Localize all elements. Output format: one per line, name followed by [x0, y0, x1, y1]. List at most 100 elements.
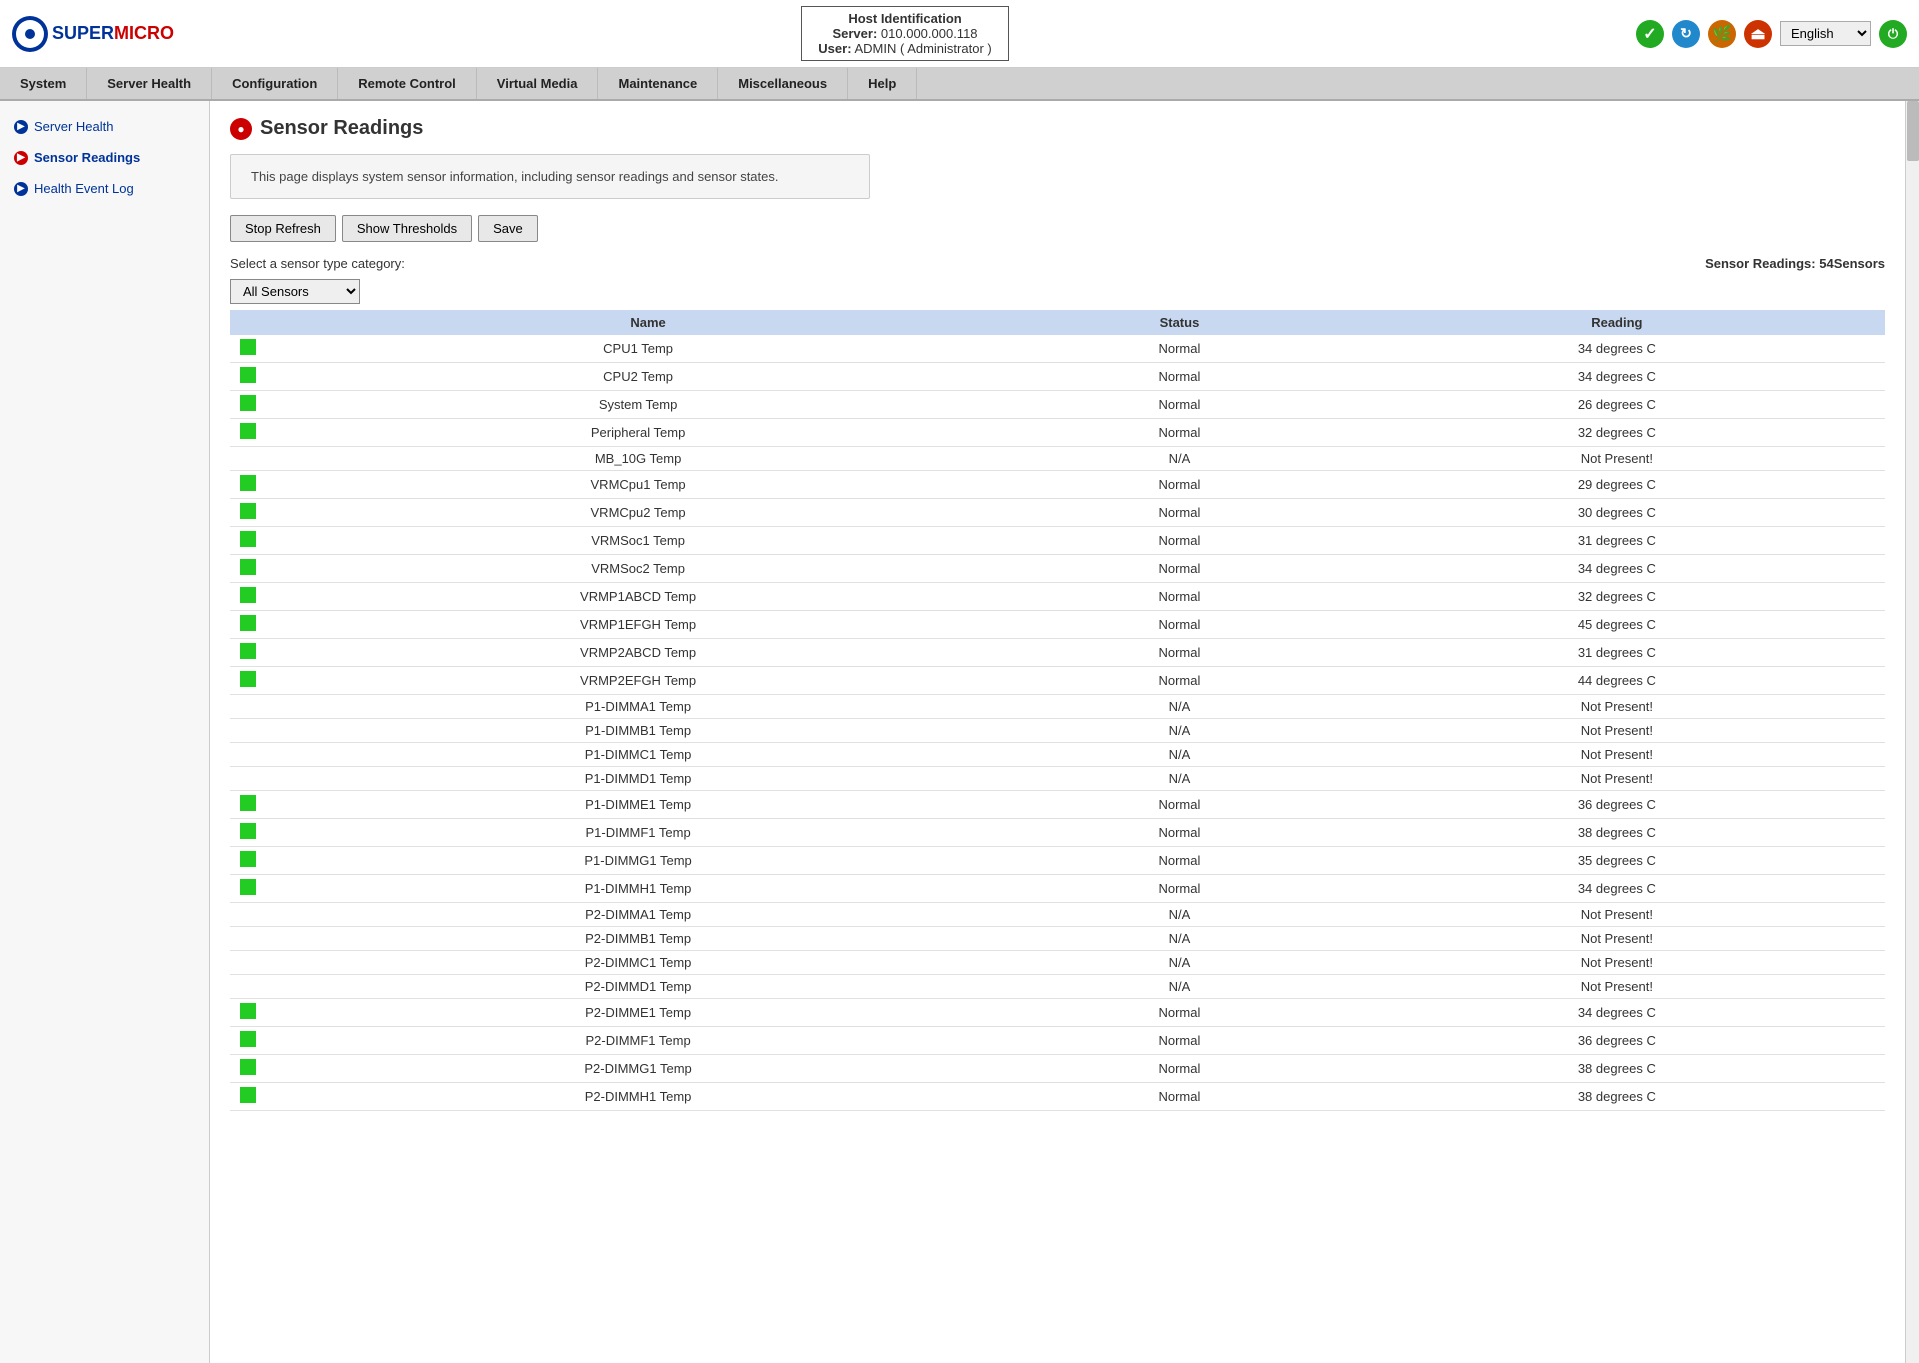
sensor-reading: 31 degrees C: [1349, 527, 1885, 555]
nav-item-miscellaneous[interactable]: Miscellaneous: [718, 68, 848, 99]
sensor-reading: 38 degrees C: [1349, 1083, 1885, 1111]
indicator-cell: [230, 471, 266, 499]
sensor-name: P2-DIMMG1 Temp: [266, 1055, 1010, 1083]
toolbar: Stop Refresh Show Thresholds Save: [230, 215, 1885, 242]
sensor-name: System Temp: [266, 391, 1010, 419]
sensor-reading: Not Present!: [1349, 719, 1885, 743]
nav-item-configuration[interactable]: Configuration: [212, 68, 338, 99]
host-identification: Host Identification Server: 010.000.000.…: [801, 6, 1008, 61]
table-row: P2-DIMMB1 TempN/ANot Present!: [230, 927, 1885, 951]
nav-item-system[interactable]: System: [0, 68, 87, 99]
indicator-cell: [230, 999, 266, 1027]
sensor-name: VRMP2ABCD Temp: [266, 639, 1010, 667]
sensor-reading: 32 degrees C: [1349, 419, 1885, 447]
sensor-reading: 34 degrees C: [1349, 335, 1885, 363]
sensor-name: CPU1 Temp: [266, 335, 1010, 363]
sensor-reading: Not Present!: [1349, 695, 1885, 719]
sensor-reading: 34 degrees C: [1349, 875, 1885, 903]
status-indicator: [240, 643, 256, 659]
table-row: P1-DIMMF1 TempNormal38 degrees C: [230, 819, 1885, 847]
power-icon[interactable]: ⏻: [1879, 20, 1907, 48]
sensor-status: Normal: [1010, 391, 1349, 419]
nav-item-remote-control[interactable]: Remote Control: [338, 68, 477, 99]
indicator-cell: [230, 767, 266, 791]
sidebar-item-health-event-log[interactable]: ▶Health Event Log: [0, 173, 209, 204]
nav-item-virtual-media[interactable]: Virtual Media: [477, 68, 599, 99]
indicator-cell: [230, 527, 266, 555]
sensor-reading: 34 degrees C: [1349, 999, 1885, 1027]
nav-item-server-health[interactable]: Server Health: [87, 68, 212, 99]
content-area: ● Sensor Readings This page displays sys…: [210, 101, 1905, 1363]
scrollbar-track[interactable]: [1905, 101, 1919, 1363]
sensor-status: Normal: [1010, 1055, 1349, 1083]
indicator-cell: [230, 1027, 266, 1055]
sensor-reading: Not Present!: [1349, 951, 1885, 975]
show-thresholds-button[interactable]: Show Thresholds: [342, 215, 472, 242]
page-header: ● Sensor Readings: [230, 117, 1885, 140]
sensor-name: VRMSoc2 Temp: [266, 555, 1010, 583]
sensor-status: Normal: [1010, 471, 1349, 499]
indicator-cell: [230, 1083, 266, 1111]
stop-refresh-button[interactable]: Stop Refresh: [230, 215, 336, 242]
sidebar-item-sensor-readings[interactable]: ▶Sensor Readings: [0, 142, 209, 173]
status-indicator: [240, 823, 256, 839]
indicator-cell: [230, 1055, 266, 1083]
sensor-status: Normal: [1010, 847, 1349, 875]
sensor-status: Normal: [1010, 667, 1349, 695]
table-row: System TempNormal26 degrees C: [230, 391, 1885, 419]
info-text: This page displays system sensor informa…: [251, 169, 779, 184]
sensor-reading: Not Present!: [1349, 767, 1885, 791]
leaf-icon[interactable]: 🌿: [1708, 20, 1736, 48]
sensor-name: VRMP1ABCD Temp: [266, 583, 1010, 611]
sensor-status: Normal: [1010, 363, 1349, 391]
table-row: P2-DIMMG1 TempNormal38 degrees C: [230, 1055, 1885, 1083]
sensor-status: Normal: [1010, 1083, 1349, 1111]
table-row: P1-DIMME1 TempNormal36 degrees C: [230, 791, 1885, 819]
sensor-reading: 44 degrees C: [1349, 667, 1885, 695]
status-indicator: [240, 1031, 256, 1047]
header: SUPERMICRO Host Identification Server: 0…: [0, 0, 1919, 68]
save-button[interactable]: Save: [478, 215, 538, 242]
sensor-type-select[interactable]: All Sensors: [230, 279, 360, 304]
user-label: User:: [818, 41, 851, 56]
indicator-cell: [230, 639, 266, 667]
sensor-reading: Not Present!: [1349, 447, 1885, 471]
table-row: P2-DIMMD1 TempN/ANot Present!: [230, 975, 1885, 999]
nav-item-help[interactable]: Help: [848, 68, 917, 99]
indicator-cell: [230, 611, 266, 639]
sensor-count: Sensor Readings: 54Sensors: [1705, 256, 1885, 271]
sensor-status: N/A: [1010, 767, 1349, 791]
status-indicator: [240, 531, 256, 547]
status-indicator: [240, 615, 256, 631]
sensor-name: P2-DIMMB1 Temp: [266, 927, 1010, 951]
nav-item-maintenance[interactable]: Maintenance: [598, 68, 718, 99]
sensor-status: Normal: [1010, 527, 1349, 555]
sensor-name: P2-DIMMH1 Temp: [266, 1083, 1010, 1111]
logout-icon[interactable]: ⏏: [1744, 20, 1772, 48]
navigation-bar: SystemServer HealthConfigurationRemote C…: [0, 68, 1919, 101]
sensor-name: P1-DIMMA1 Temp: [266, 695, 1010, 719]
scrollbar-thumb[interactable]: [1907, 101, 1919, 161]
sensor-name: CPU2 Temp: [266, 363, 1010, 391]
sensor-reading: 34 degrees C: [1349, 363, 1885, 391]
refresh-icon[interactable]: ↻: [1672, 20, 1700, 48]
col-header-status: Status: [1010, 310, 1349, 335]
category-label: Select a sensor type category:: [230, 256, 405, 271]
table-header-row: NameStatusReading: [230, 310, 1885, 335]
sidebar: ▶Server Health▶Sensor Readings▶Health Ev…: [0, 101, 210, 1363]
sensor-name: VRMP2EFGH Temp: [266, 667, 1010, 695]
table-row: VRMP1EFGH TempNormal45 degrees C: [230, 611, 1885, 639]
sidebar-item-label: Health Event Log: [34, 181, 134, 196]
table-row: CPU1 TempNormal34 degrees C: [230, 335, 1885, 363]
server-line: Server: 010.000.000.118: [818, 26, 991, 41]
language-select[interactable]: EnglishJapaneseChinese: [1780, 21, 1871, 46]
sensor-status: Normal: [1010, 639, 1349, 667]
indicator-cell: [230, 447, 266, 471]
sensor-status: Normal: [1010, 583, 1349, 611]
sensor-status: N/A: [1010, 903, 1349, 927]
sidebar-item-server-health[interactable]: ▶Server Health: [0, 111, 209, 142]
table-row: VRMSoc1 TempNormal31 degrees C: [230, 527, 1885, 555]
indicator-cell: [230, 743, 266, 767]
page-title: Sensor Readings: [260, 117, 423, 140]
table-row: VRMP1ABCD TempNormal32 degrees C: [230, 583, 1885, 611]
